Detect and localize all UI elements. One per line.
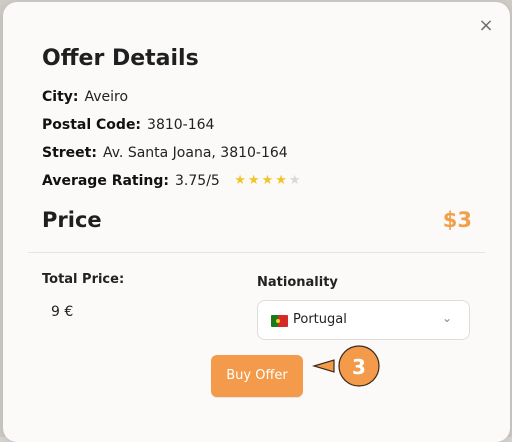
star-icon: ★ xyxy=(262,174,274,187)
total-price-value: 9 € xyxy=(51,304,73,320)
chevron-down-icon: ⌄ xyxy=(442,312,454,324)
street-label: Street: xyxy=(42,145,97,161)
postal-code-value: 3810-164 xyxy=(147,117,214,133)
average-rating-label: Average Rating: xyxy=(42,173,169,189)
city-value: Aveiro xyxy=(85,89,129,105)
nationality-label: Nationality xyxy=(257,275,338,290)
average-rating-row: Average Rating: 3.75/5 ★ ★ ★ ★ ★ xyxy=(42,173,301,189)
offer-details-modal: × Offer Details City: Aveiro Postal Code:… xyxy=(3,2,510,442)
postal-code-row: Postal Code: 3810-164 xyxy=(42,117,214,133)
buy-offer-button[interactable]: Buy Offer xyxy=(211,355,303,397)
nationality-select[interactable]: Portugal ⌄ xyxy=(257,300,470,340)
callout-pointer-icon xyxy=(314,360,334,372)
callout-number: 3 xyxy=(352,355,366,379)
star-icon: ★ xyxy=(289,174,301,187)
star-icon: ★ xyxy=(234,174,246,187)
price-label: Price xyxy=(42,208,102,232)
rating-stars: ★ ★ ★ ★ ★ xyxy=(234,174,300,187)
modal-title: Offer Details xyxy=(42,46,199,71)
section-divider xyxy=(28,252,485,253)
street-value: Av. Santa Joana, 3810-164 xyxy=(103,145,288,161)
total-price-label: Total Price: xyxy=(42,272,124,287)
star-icon: ★ xyxy=(248,174,260,187)
city-row: City: Aveiro xyxy=(42,89,128,105)
step-callout: 3 xyxy=(312,343,392,389)
postal-code-label: Postal Code: xyxy=(42,117,141,133)
nationality-selected-value: Portugal xyxy=(293,312,347,327)
street-row: Street: Av. Santa Joana, 3810-164 xyxy=(42,145,288,161)
average-rating-value: 3.75/5 xyxy=(175,173,220,189)
city-label: City: xyxy=(42,89,79,105)
close-icon[interactable]: × xyxy=(476,16,496,36)
price-value: $3 xyxy=(443,208,472,232)
star-icon: ★ xyxy=(275,174,287,187)
portugal-flag-icon xyxy=(271,315,288,327)
